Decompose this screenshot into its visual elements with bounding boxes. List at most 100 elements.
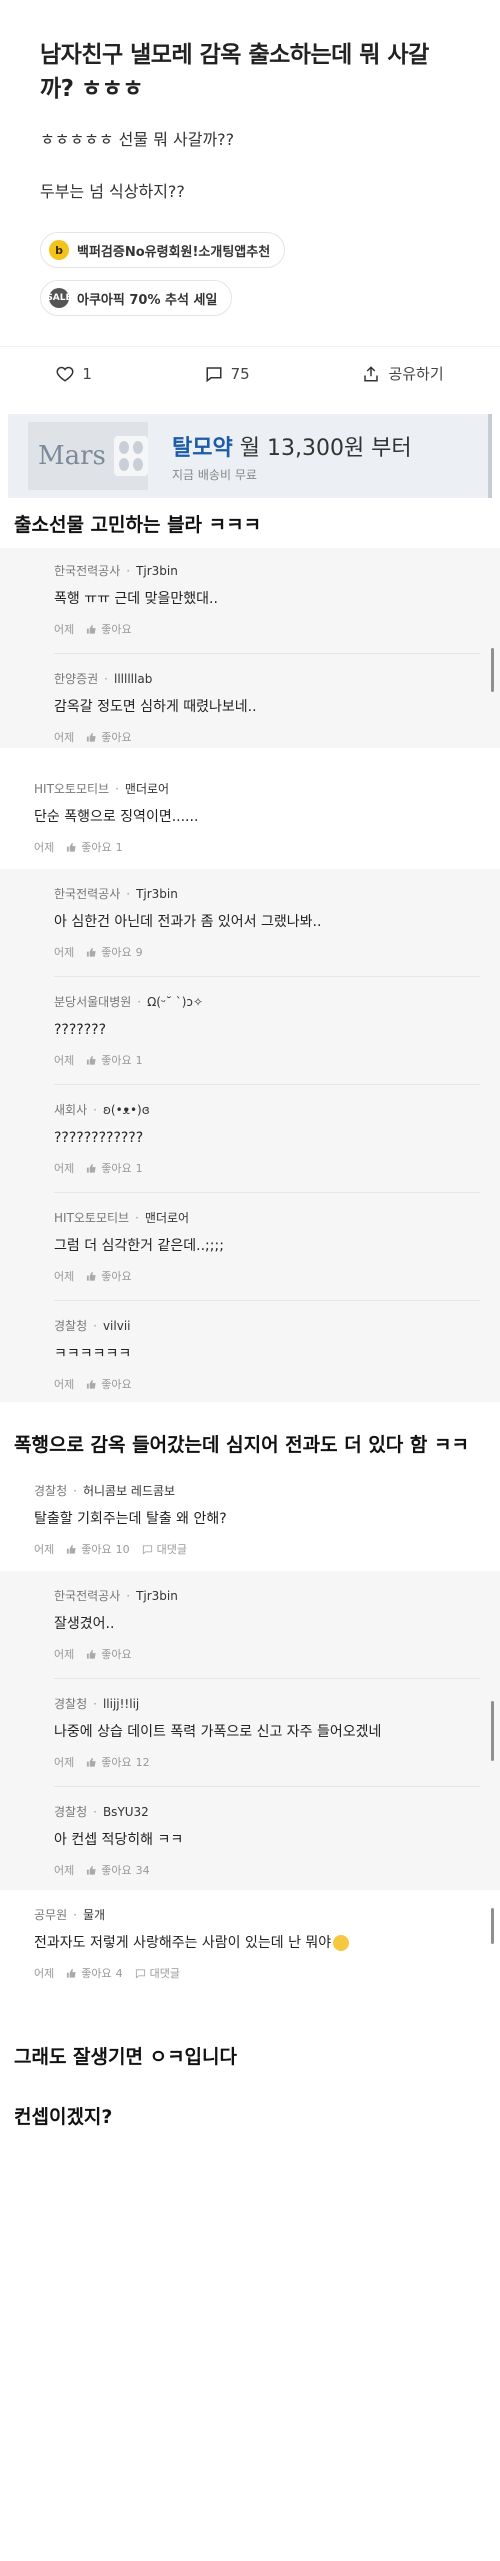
comment-meta: 경찰청 · BsYU32 bbox=[54, 1804, 149, 1820]
comment: 경찰청 · 허니콤보 레드콤보 탈출할 기회주는데 탈출 왜 안해? 어제 좋아요 10… bbox=[0, 1482, 500, 1571]
thumbs-up-icon bbox=[87, 1055, 96, 1065]
post-title: 남자친구 낼모레 감옥 출소하는데 뭐 사갈까? ㅎㅎㅎ bbox=[40, 42, 429, 102]
comment-time: 어제 bbox=[34, 841, 55, 854]
heart-icon bbox=[56, 366, 74, 382]
comment-like-button[interactable]: 좋아요 bbox=[86, 1646, 132, 1662]
thumbs-up-icon bbox=[67, 842, 76, 852]
comment-footer: 어제 좋아요 10 대댓글 bbox=[34, 1541, 480, 1557]
promo-pill-sale[interactable]: SALE 아쿠아픽 70% 추석 세일 bbox=[40, 280, 233, 316]
post-body-line-2: 두부는 넘 식상하지?? bbox=[40, 182, 185, 201]
comment-meta: 경찰청 · 허니콤보 레드콤보 bbox=[34, 1483, 176, 1499]
comment-nickname: 물개 bbox=[82, 1908, 106, 1922]
comment-like-button[interactable]: 좋아요 bbox=[86, 621, 132, 637]
comment-like-button[interactable]: 좋아요 bbox=[86, 1268, 132, 1284]
comment-footer: 어제 좋아요 4 대댓글 bbox=[34, 1965, 480, 1981]
pill-pack-icon bbox=[113, 436, 148, 476]
comment-like-button[interactable]: 좋아요 4 bbox=[66, 1965, 123, 1981]
thumbs-up-icon bbox=[87, 732, 96, 742]
comment-meta: 한국전력공사 · Tjr3bin bbox=[54, 1588, 178, 1604]
like-count: 1 bbox=[82, 364, 92, 383]
comment-nickname: 맨더로어 bbox=[144, 1211, 190, 1225]
post: 남자친구 낼모레 감옥 출소하는데 뭐 사갈까? ㅎㅎㅎ ㅎㅎㅎㅎㅎ 선물 뭐 … bbox=[0, 0, 500, 328]
share-button[interactable]: 공유하기 bbox=[362, 363, 444, 384]
thumbs-up-icon bbox=[87, 1163, 96, 1173]
comment-meta: 경찰청 · vilvii bbox=[54, 1318, 131, 1334]
comment-company: 한양증권 bbox=[54, 672, 99, 686]
comment-text: ㅋㅋㅋㅋㅋㅋ bbox=[54, 1346, 132, 1362]
comment-meta: 한국전력공사 · Tjr3bin bbox=[54, 563, 178, 579]
scrollbar[interactable] bbox=[491, 1908, 494, 1944]
comment-icon bbox=[206, 366, 222, 382]
caption-4: 컨셉이겠지? bbox=[14, 2106, 113, 2128]
reply-button[interactable]: 대댓글 bbox=[135, 1965, 180, 1981]
comment-like-button[interactable]: 좋아요 1 bbox=[86, 1160, 143, 1176]
thumbs-up-icon bbox=[87, 1379, 96, 1389]
comment-text: 잘생겼어.. bbox=[54, 1616, 115, 1632]
ad-subtext: 지금 배송비 무료 bbox=[172, 467, 257, 482]
comment-like-button[interactable]: 좋아요 10 bbox=[66, 1541, 130, 1557]
comment-like-count: 4 bbox=[115, 1966, 123, 1980]
comment-like-button[interactable]: 좋아요 bbox=[86, 729, 132, 745]
comment-footer: 어제 좋아요 bbox=[54, 1268, 480, 1284]
comment-like-button[interactable]: 좋아요 12 bbox=[86, 1754, 150, 1770]
comment-nickname: Tjr3bin bbox=[136, 886, 178, 901]
reply-button[interactable]: 대댓글 bbox=[142, 1541, 187, 1557]
promo-pill-label: 백퍼검증No유령회원!소개팅앱추천 bbox=[77, 244, 271, 260]
comment-time: 어제 bbox=[34, 1543, 55, 1556]
comment-company: 공무원 bbox=[34, 1908, 68, 1922]
thumbs-up-icon bbox=[87, 947, 96, 957]
reply: 경찰청 · llijj!!lij 나중에 상습 데이트 폭력 가폭으로 신고 자주 … bbox=[0, 1695, 500, 1770]
comment-like-button[interactable]: 좋아요 1 bbox=[66, 839, 123, 855]
comment-company: 한국전력공사 bbox=[54, 887, 121, 901]
caption-1: 출소선물 고민하는 블라 ㅋㅋㅋ bbox=[14, 514, 262, 536]
comment-company: 한국전력공사 bbox=[54, 1589, 121, 1603]
scrollbar[interactable] bbox=[491, 1701, 494, 1761]
comment-like-button[interactable]: 좋아요 34 bbox=[86, 1862, 150, 1878]
comment-time: 어제 bbox=[54, 731, 75, 744]
comment-time: 어제 bbox=[54, 1378, 75, 1391]
comment-meta: 한양증권 · lllllllab bbox=[54, 671, 153, 687]
comment-like-count: 1 bbox=[115, 840, 123, 854]
comment-company: 경찰청 bbox=[54, 1319, 88, 1333]
promo-pill-dating-app[interactable]: b 백퍼검증No유령회원!소개팅앱추천 bbox=[40, 232, 286, 268]
comment-like-count: 34 bbox=[135, 1863, 150, 1877]
comment-footer: 어제 좋아요 bbox=[54, 621, 480, 637]
scrollbar[interactable] bbox=[491, 648, 494, 692]
comment-text: 그럼 더 심각한거 같은데..;;;; bbox=[54, 1238, 224, 1254]
comment-footer: 어제 좋아요 1 bbox=[34, 839, 480, 855]
share-label: 공유하기 bbox=[388, 365, 444, 383]
comment-screenshot-2: HIT오토모티브 · 맨더로어 단순 폭행으로 징역이면...... 어제 좋아요 1 … bbox=[0, 766, 500, 1418]
comment-screenshot-1: 한국전력공사 · Tjr3bin 폭행 ㅠㅠ 근데 맞을만했대.. 어제 좋아요 한양… bbox=[0, 548, 500, 748]
ad-banner[interactable]: Mars 탈모약 월 13,300원 부터 지금 배송비 무료 bbox=[8, 414, 492, 498]
comment-footer: 어제 좋아요 bbox=[54, 729, 480, 745]
comment-nickname: 맨더로어 bbox=[124, 782, 170, 796]
comment-like-button[interactable]: 좋아요 9 bbox=[86, 944, 143, 960]
comment-text: 감옥갈 정도면 심하게 때렸나보네.. bbox=[54, 699, 257, 715]
comment-meta: 한국전력공사 · Tjr3bin bbox=[54, 886, 178, 902]
thumbs-up-icon bbox=[87, 1757, 96, 1767]
like-button[interactable]: 1 bbox=[56, 365, 92, 383]
comment-like-button[interactable]: 좋아요 1 bbox=[86, 1052, 143, 1068]
comment-footer: 어제 좋아요 34 bbox=[54, 1862, 480, 1878]
ad-text: 탈모약 월 13,300원 부터 지금 배송비 무료 bbox=[172, 430, 412, 483]
comment-meta: 새회사 · ʚ(•ᴥ•)ɞ bbox=[54, 1102, 150, 1118]
comment-nickname: Tjr3bin bbox=[136, 1588, 178, 1603]
comment-screenshot-3: 경찰청 · 허니콤보 레드콤보 탈출할 기회주는데 탈출 왜 안해? 어제 좋아요 10… bbox=[0, 1482, 500, 2028]
post-body: ㅎㅎㅎㅎㅎ 선물 뭐 사갈까?? 두부는 넘 식상하지?? bbox=[40, 128, 460, 204]
scrollbar[interactable] bbox=[488, 414, 492, 498]
comment-like-button[interactable]: 좋아요 bbox=[86, 1376, 132, 1392]
comment-footer: 어제 좋아요 bbox=[54, 1646, 480, 1662]
reply-icon bbox=[135, 1968, 145, 1979]
comment-meta: 공무원 · 물개 bbox=[34, 1907, 106, 1923]
comment-text: 나중에 상습 데이트 폭력 가폭으로 신고 자주 들어오겠네 bbox=[54, 1724, 382, 1740]
comment-company: 분당서울대병원 bbox=[54, 995, 132, 1009]
reply-icon bbox=[142, 1544, 152, 1555]
page: 남자친구 낼모레 감옥 출소하는데 뭐 사갈까? ㅎㅎㅎ ㅎㅎㅎㅎㅎ 선물 뭐 … bbox=[0, 0, 500, 2561]
thumbs-up-icon bbox=[87, 1865, 96, 1875]
sweat-smile-emoji-icon bbox=[333, 1935, 350, 1951]
share-icon bbox=[364, 365, 379, 381]
reply: 경찰청 · vilvii ㅋㅋㅋㅋㅋㅋ 어제 좋아요 bbox=[0, 1317, 500, 1392]
comment-company: 경찰청 bbox=[54, 1805, 88, 1819]
comment-footer: 어제 좋아요 9 bbox=[54, 944, 480, 960]
comment-button[interactable]: 75 bbox=[205, 365, 250, 383]
